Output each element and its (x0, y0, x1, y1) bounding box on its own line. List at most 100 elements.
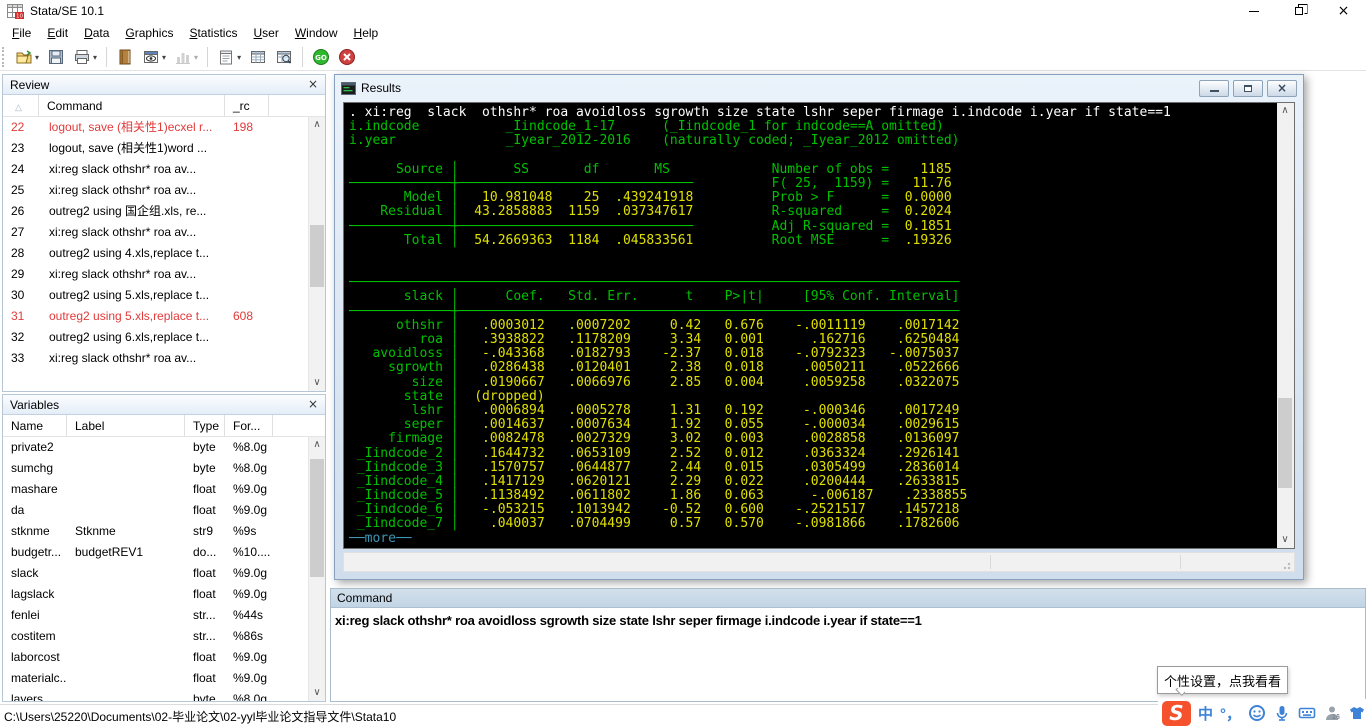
variable-row[interactable]: materialc... float %9.0g (3, 668, 308, 689)
console-line: size │ .0190667 .0066976 2.85 0.004 .005… (349, 374, 960, 390)
review-row[interactable]: 26 outreg2 using 国企组.xls, re... (3, 201, 308, 222)
scroll-up-icon[interactable]: ∧ (309, 437, 325, 453)
variables-close-button[interactable]: × (305, 397, 321, 412)
scroll-down-icon[interactable]: ∨ (1277, 532, 1293, 548)
command-titlebar[interactable]: Command (331, 589, 1365, 608)
print-button[interactable]: ▾ (70, 45, 100, 69)
variable-row[interactable]: lagslack float %9.0g (3, 584, 308, 605)
minimize-button[interactable] (1231, 0, 1276, 22)
variables-name-header[interactable]: Name (3, 415, 67, 436)
variable-row[interactable]: private2 byte %8.0g (3, 437, 308, 458)
viewer-button[interactable]: ▾ (139, 45, 169, 69)
minimize-icon (1209, 90, 1219, 92)
review-row[interactable]: 22 logout, save (相关性1)ecxel r... 198 (3, 117, 308, 138)
sort-icon: △ (15, 102, 22, 112)
review-panel-header[interactable]: Review × (3, 75, 325, 95)
menu-data[interactable]: Data (76, 23, 117, 43)
break-button[interactable] (335, 45, 359, 69)
variable-row[interactable]: stknme Stknme str9 %9s (3, 521, 308, 542)
variable-label (67, 668, 185, 689)
review-scrollbar[interactable]: ∧ ∨ (308, 117, 325, 391)
resize-grip[interactable] (1283, 560, 1293, 570)
results-scroll-thumb[interactable] (1278, 398, 1292, 488)
log-button[interactable] (113, 45, 137, 69)
variables-format-header[interactable]: For... (225, 415, 273, 436)
scroll-up-icon[interactable]: ∧ (309, 117, 325, 133)
skin-button[interactable] (1348, 704, 1366, 722)
variables-type-header[interactable]: Type (185, 415, 225, 436)
soft-keyboard-button[interactable] (1298, 704, 1316, 722)
chinese-mode-button[interactable]: 中 (1198, 703, 1213, 724)
open-button[interactable]: ▾ (12, 45, 42, 69)
variable-row[interactable]: sumchg byte %8.0g (3, 458, 308, 479)
sogou-logo-button[interactable]: S (1162, 700, 1191, 726)
review-row[interactable]: 31 outreg2 using 5.xls,replace t... 608 (3, 306, 308, 327)
menu-edit[interactable]: Edit (39, 23, 76, 43)
save-button[interactable] (44, 45, 68, 69)
review-row-command: xi:reg slack othshr* roa av... (49, 267, 197, 281)
dropdown-arrow-icon[interactable]: ▾ (35, 53, 39, 62)
dropdown-arrow-icon[interactable]: ▾ (194, 53, 198, 62)
review-row[interactable]: 33 xi:reg slack othshr* roa av... (3, 348, 308, 369)
dropdown-arrow-icon[interactable]: ▾ (237, 53, 241, 62)
review-row[interactable]: 32 outreg2 using 6.xls,replace t... (3, 327, 308, 348)
menu-window[interactable]: Window (287, 23, 346, 43)
punctuation-button[interactable]: °， (1220, 703, 1241, 724)
data-editor-button[interactable] (246, 45, 270, 69)
results-minimize-button[interactable] (1199, 79, 1229, 97)
review-scroll-thumb[interactable] (310, 225, 324, 287)
variable-row[interactable]: slack float %9.0g (3, 563, 308, 584)
results-close-button[interactable]: × (1267, 79, 1297, 97)
review-close-button[interactable]: × (305, 77, 321, 92)
review-panel: Review × △ Command _rc 22 logout, save (相… (2, 74, 326, 392)
variables-scrollbar[interactable]: ∧ ∨ (308, 437, 325, 701)
voice-input-button[interactable] (1273, 704, 1291, 722)
menu-graphics[interactable]: Graphics (117, 23, 181, 43)
emoji-button[interactable] (1248, 704, 1266, 722)
login-button[interactable]: 26 (1323, 704, 1341, 722)
scroll-down-icon[interactable]: ∨ (309, 685, 325, 701)
variable-row[interactable]: laborcost float %9.0g (3, 647, 308, 668)
go-button[interactable]: GO (309, 45, 333, 69)
review-row[interactable]: 25 xi:reg slack othshr* roa av... (3, 180, 308, 201)
variable-row[interactable]: da float %9.0g (3, 500, 308, 521)
results-restore-button[interactable] (1233, 79, 1263, 97)
variable-row[interactable]: budgetr... budgetREV1 do... %10.... (3, 542, 308, 563)
menu-user[interactable]: User (245, 23, 286, 43)
review-row[interactable]: 23 logout, save (相关性1)word ... (3, 138, 308, 159)
scroll-up-icon[interactable]: ∧ (1277, 103, 1293, 119)
dofile-editor-button[interactable]: ▾ (214, 45, 244, 69)
variable-row[interactable]: costitem str... %86s (3, 626, 308, 647)
review-row[interactable]: 28 outreg2 using 4.xls,replace t... (3, 243, 308, 264)
review-row[interactable]: 29 xi:reg slack othshr* roa av... (3, 264, 308, 285)
menu-statistics[interactable]: Statistics (181, 23, 245, 43)
variable-type: do... (193, 545, 217, 559)
review-row[interactable]: 24 xi:reg slack othshr* roa av... (3, 159, 308, 180)
variable-row[interactable]: fenlei str... %44s (3, 605, 308, 626)
review-rc-header[interactable]: _rc (225, 95, 269, 116)
menu-file[interactable]: File (4, 23, 39, 43)
review-command-header[interactable]: Command (39, 95, 225, 116)
toolbar-grip[interactable] (2, 47, 7, 67)
variables-label-header[interactable]: Label (67, 415, 185, 436)
review-sort-header[interactable]: △ (3, 95, 39, 116)
scroll-down-icon[interactable]: ∨ (309, 375, 325, 391)
variables-panel-header[interactable]: Variables × (3, 395, 325, 415)
dropdown-arrow-icon[interactable]: ▾ (93, 53, 97, 62)
results-titlebar[interactable]: Results × (335, 75, 1303, 101)
command-input[interactable]: xi:reg slack othshr* roa avoidloss sgrow… (331, 608, 1365, 633)
results-scrollbar[interactable]: ∧ ∨ (1277, 103, 1294, 548)
restore-button[interactable] (1276, 0, 1321, 22)
menu-help[interactable]: Help (346, 23, 387, 43)
close-button[interactable]: × (1321, 0, 1366, 22)
review-row[interactable]: 27 xi:reg slack othshr* roa av... (3, 222, 308, 243)
variable-row[interactable]: layers byte %8.0g (3, 689, 308, 701)
main-titlebar[interactable]: 10 Stata/SE 10.1 × (0, 0, 1366, 22)
dropdown-arrow-icon[interactable]: ▾ (162, 53, 166, 62)
variable-label (67, 500, 185, 521)
review-row[interactable]: 30 outreg2 using 5.xls,replace t... (3, 285, 308, 306)
review-row-rc (225, 138, 269, 159)
variable-row[interactable]: mashare float %9.0g (3, 479, 308, 500)
data-browser-button[interactable] (272, 45, 296, 69)
variables-scroll-thumb[interactable] (310, 459, 324, 577)
